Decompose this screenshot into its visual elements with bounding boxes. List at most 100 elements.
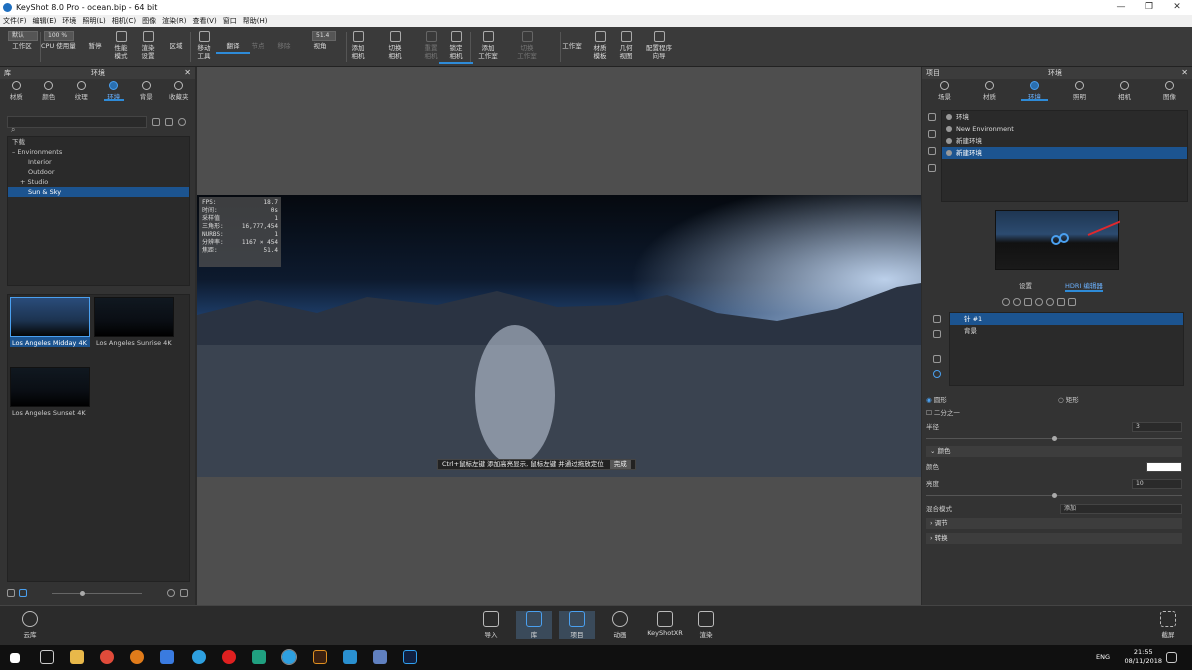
environment-item[interactable]: 环境 — [942, 111, 1187, 123]
menu-lighting[interactable]: 照明(L) — [79, 16, 108, 26]
toolbar-button-12[interactable]: 切换 相机 — [380, 31, 410, 60]
tree-item[interactable]: Interior — [8, 157, 189, 167]
language-indicator[interactable]: ENG — [1096, 653, 1110, 661]
minimize-button[interactable]: — — [1106, 0, 1136, 15]
gradient-tool-icon[interactable] — [1013, 298, 1021, 306]
trash-icon[interactable] — [933, 315, 941, 323]
toolbar-button-10[interactable]: 视角 — [305, 42, 335, 50]
brightness-input[interactable]: 10 — [1132, 479, 1182, 489]
zoom-field[interactable]: 100 % — [44, 31, 74, 41]
tab-environment[interactable]: 环境 — [1012, 79, 1057, 101]
clock[interactable]: 21:55 08/11/2018 — [1125, 648, 1162, 666]
radius-slider[interactable] — [926, 436, 1182, 441]
layer-pin-1[interactable]: 针 #1 — [950, 313, 1183, 325]
radio-circle-icon[interactable]: ◉ — [926, 396, 932, 404]
thumb-la-sunset[interactable]: Los Angeles Sunset 4K — [10, 367, 90, 417]
workspace-select[interactable]: 默认 — [8, 31, 38, 41]
pin-tool-icon[interactable] — [1002, 298, 1010, 306]
folder-icon[interactable] — [180, 589, 188, 597]
tab-settings[interactable]: 设置 — [1019, 280, 1032, 290]
task-view-icon[interactable] — [40, 650, 54, 664]
tab-backplates[interactable]: 背景 — [130, 79, 163, 101]
tab-materials[interactable]: 材质 — [0, 79, 33, 101]
cloud-library-button[interactable]: 云库 — [12, 611, 48, 639]
windows-start-icon[interactable] — [10, 653, 20, 663]
toolbar-button-17[interactable]: 工作室 — [557, 42, 587, 50]
layer-background[interactable]: 背景 — [950, 325, 1183, 337]
pin-marker-2[interactable] — [1059, 233, 1069, 243]
menu-file[interactable]: 文件(F) — [0, 16, 30, 26]
toolbar-button-11[interactable]: 添加 相机 — [343, 31, 373, 60]
tab-favorites[interactable]: 收藏夹 — [163, 79, 196, 101]
upload-icon[interactable] — [167, 589, 175, 597]
environment-item[interactable]: New Environment — [942, 123, 1187, 135]
environment-item[interactable]: 新建环境 — [942, 135, 1187, 147]
illustrator-icon[interactable] — [313, 650, 327, 664]
tree-item[interactable]: – Environments — [8, 147, 189, 157]
color-tool-icon[interactable] — [1046, 298, 1054, 306]
folder-icon[interactable] — [152, 118, 160, 126]
tab-colors[interactable]: 颜色 — [33, 79, 66, 101]
notification-icon[interactable] — [1166, 652, 1177, 663]
sun-tool-icon[interactable] — [1035, 298, 1043, 306]
toolbar-button-1[interactable]: CPU 使用量 — [41, 42, 76, 50]
tree-item[interactable]: + Studio — [8, 177, 189, 187]
keyshot-active-icon[interactable] — [281, 649, 297, 665]
checkbox-icon[interactable]: ☐ — [926, 409, 932, 417]
toolbar-button-14[interactable]: 锁定 相机 — [439, 31, 473, 64]
toolbar-button-5[interactable]: 区域 — [161, 42, 191, 50]
menu-edit[interactable]: 编辑(E) — [30, 16, 60, 26]
tree-item[interactable]: Outdoor — [8, 167, 189, 177]
tab-lighting[interactable]: 照明 — [1057, 79, 1102, 101]
brightness-slider[interactable] — [926, 493, 1182, 498]
trash-icon[interactable] — [928, 164, 936, 172]
adjust-section[interactable]: › 调节 — [926, 518, 1182, 529]
tab-material[interactable]: 材质 — [967, 79, 1012, 101]
menu-camera[interactable]: 相机(C) — [109, 16, 139, 26]
library-search-input[interactable]: ⌕ — [7, 116, 147, 134]
menu-image[interactable]: 图像 — [139, 16, 159, 26]
list-view-icon[interactable] — [7, 589, 15, 597]
ocean-scene[interactable]: FPS: 18.7 时间: 0s 采样值 1 三角形: 16,777,454 NURBS: 1 分辨… — [197, 195, 921, 477]
render-viewport[interactable]: FPS: 18.7 时间: 0s 采样值 1 三角形: 16,777,454 NURBS: 1 分辨… — [197, 67, 921, 605]
app-icon[interactable] — [252, 650, 266, 664]
thumb-la-sunrise[interactable]: Los Angeles Sunrise 4K — [94, 297, 174, 347]
toolbar-button-4[interactable]: 渲染 设置 — [133, 31, 163, 60]
toolbar-button-19[interactable]: 几何 视图 — [611, 31, 641, 60]
move-up-icon[interactable] — [933, 330, 941, 338]
animation-button[interactable]: 动画 — [602, 611, 638, 639]
screenshot-button[interactable]: 截屏 — [1150, 611, 1186, 639]
project-button[interactable]: 项目 — [559, 611, 595, 639]
toolbar-button-16[interactable]: 切换 工作室 — [512, 31, 542, 60]
done-button[interactable]: 完成 — [609, 460, 631, 469]
toolbar-button-6[interactable]: 移动 工具 — [189, 31, 219, 60]
explorer-icon[interactable] — [70, 650, 84, 664]
maximize-button[interactable]: ❐ — [1134, 0, 1164, 15]
render-button[interactable]: 渲染 — [688, 611, 724, 639]
toolbar-button-20[interactable]: 配置程序 向导 — [644, 31, 674, 60]
tab-camera[interactable]: 相机 — [1102, 79, 1147, 101]
photoshop-icon[interactable] — [403, 650, 417, 664]
slider-handle[interactable] — [80, 591, 85, 596]
toolbar-button-3[interactable]: 性能 模式 — [106, 31, 136, 60]
tab-textures[interactable]: 纹理 — [65, 79, 98, 101]
hdri-preview[interactable] — [995, 210, 1120, 270]
tab-image[interactable]: 图像 — [1147, 79, 1192, 101]
close-button[interactable]: ✕ — [1162, 0, 1192, 15]
chrome-icon[interactable] — [100, 650, 114, 664]
firefox-icon[interactable] — [130, 650, 144, 664]
image-tool-icon[interactable] — [1024, 298, 1032, 306]
pin-marker-1[interactable] — [1051, 235, 1061, 245]
slider-handle[interactable] — [1052, 493, 1057, 498]
folder-add-icon[interactable] — [165, 118, 173, 126]
grid-view-icon[interactable] — [19, 589, 27, 597]
tab-scene[interactable]: 场景 — [922, 79, 967, 101]
slider-handle[interactable] — [1052, 436, 1057, 441]
keyshotxr-button[interactable]: KeyShotXR — [643, 611, 687, 637]
blend-select[interactable]: 添加 — [1060, 504, 1182, 514]
folder-icon[interactable] — [1068, 298, 1076, 306]
library-close-icon[interactable]: ✕ — [184, 67, 191, 79]
menu-window[interactable]: 窗口 — [220, 16, 240, 26]
sky-tool-icon[interactable] — [1057, 298, 1065, 306]
tree-item[interactable]: 下载 — [8, 137, 189, 147]
